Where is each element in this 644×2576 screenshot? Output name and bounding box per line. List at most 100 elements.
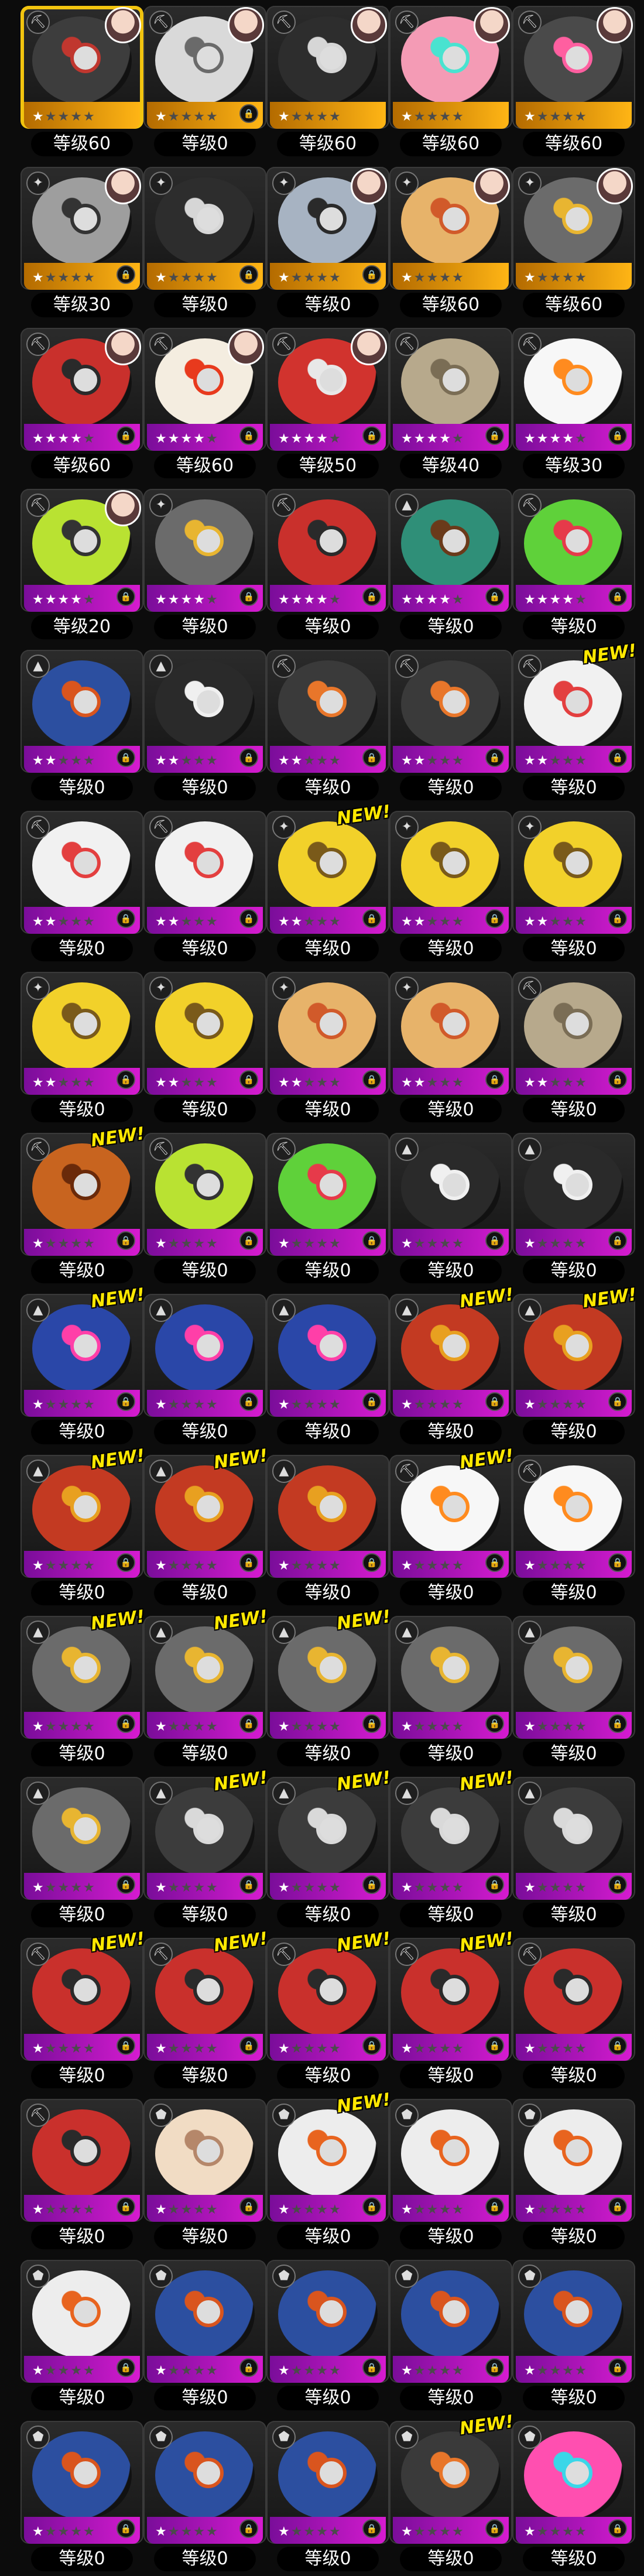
unit-card[interactable]: ★★★★★ ▲ 🔒	[143, 1616, 266, 1739]
unit-card[interactable]: ★★★★★ ▲ 🔒	[143, 650, 266, 773]
unit-card[interactable]: ★★★★★ ⬟ 🔒	[266, 2421, 389, 2544]
unit-card[interactable]: ★★★★★ ⬟ 🔒	[20, 2260, 143, 2383]
unit-cell[interactable]: ★★★★★ ⬟ 🔒 等级0	[266, 2260, 389, 2415]
unit-card[interactable]: ★★★★★ ▲ 🔒	[20, 650, 143, 773]
unit-cell[interactable]: ★★★★★ ⬟ 🔒 等级0	[143, 2421, 266, 2576]
unit-card[interactable]: ★★★★★ ▲ 🔒	[389, 1777, 512, 1900]
unit-cell[interactable]: ★★★★★ ⛏ 🔒 等级0	[512, 489, 635, 644]
unit-cell[interactable]: ★★★★★ ⬟ 🔒 等级0	[266, 2421, 389, 2576]
unit-cell[interactable]: ★★★★★ ⛏ 🔒 等级0	[143, 1133, 266, 1288]
unit-card[interactable]: ★★★★★ ⛏ 🔒	[143, 1133, 266, 1256]
unit-card[interactable]: ★★★★★ ▲ 🔒	[389, 489, 512, 612]
unit-card[interactable]: ★★★★★ ⬟ 🔒	[512, 2260, 635, 2383]
unit-cell[interactable]: ★★★★★ ▲ 🔒 NEW! 等级0	[266, 1606, 392, 1771]
unit-cell[interactable]: ★★★★★ ⬟ 🔒 等级0	[389, 2099, 512, 2254]
unit-cell[interactable]: ★★★★★ ✦ 🔒 等级0	[143, 167, 266, 322]
unit-cell[interactable]: ★★★★★ ▲ 🔒 等级0	[512, 1616, 635, 1771]
unit-card[interactable]: ★★★★★ ✦ 🔒	[266, 972, 389, 1095]
unit-cell[interactable]: ★★★★★ ▲ 🔒 等级0	[266, 1294, 389, 1449]
unit-cell[interactable]: ★★★★★ ⛏ 🔒 等级0	[266, 650, 389, 805]
unit-cell[interactable]: ★★★★★ ▲ 🔒 NEW! 等级0	[389, 1767, 515, 1932]
unit-cell[interactable]: ★★★★★ ▲ 🔒 等级0	[20, 650, 143, 805]
unit-card[interactable]: ★★★★★ ⛏ 🔒	[512, 972, 635, 1095]
unit-cell[interactable]: ★★★★★ ⛏ 🔒 等级50	[266, 328, 389, 483]
unit-cell[interactable]: ★★★★★ ⬟ 🔒 等级0	[20, 2421, 143, 2576]
unit-cell[interactable]: ★★★★★ ▲ 🔒 NEW! 等级0	[143, 1606, 269, 1771]
unit-cell[interactable]: ★★★★★ ▲ 🔒 等级0	[143, 1294, 266, 1449]
unit-card[interactable]: ★★★★★ ⛏ 🔒	[266, 328, 389, 451]
unit-cell[interactable]: ★★★★★ ✦ 🔒 等级0	[512, 811, 635, 966]
unit-card[interactable]: ★★★★★ ⬟ 🔒	[20, 2421, 143, 2544]
unit-card[interactable]: ★★★★★ ⛏ 🔒	[20, 489, 143, 612]
unit-card[interactable]: ★★★★★ ▲ 🔒	[143, 1294, 266, 1417]
unit-card[interactable]: ★★★★★ ✦ 🔒	[512, 811, 635, 934]
unit-cell[interactable]: ★★★★★ ⛏ 等级60	[389, 6, 512, 161]
unit-cell[interactable]: ★★★★★ ▲ 🔒 等级0	[389, 489, 512, 644]
unit-cell[interactable]: ★★★★★ ▲ 🔒 等级0	[143, 650, 266, 805]
unit-cell[interactable]: ★★★★★ ✦ 等级60	[512, 167, 635, 322]
unit-card[interactable]: ★★★★★ ✦ 🔒	[389, 811, 512, 934]
unit-cell[interactable]: ★★★★★ ▲ 🔒 NEW! 等级0	[512, 1284, 638, 1449]
unit-cell[interactable]: ★★★★★ ⛏ 🔒 等级20	[20, 489, 143, 644]
unit-cell[interactable]: ★★★★★ ⛏ 🔒 等级0	[389, 650, 512, 805]
unit-cell[interactable]: ★★★★★ ▲ 🔒 等级0	[512, 1133, 635, 1288]
unit-card[interactable]: ★★★★★ ✦	[389, 167, 512, 290]
unit-card[interactable]: ★★★★★ ⛏ 🔒	[389, 1938, 512, 2061]
unit-cell[interactable]: ★★★★★ ✦ 🔒 等级0	[20, 972, 143, 1127]
unit-card[interactable]: ★★★★★ ⬟ 🔒	[266, 2099, 389, 2222]
unit-card[interactable]: ★★★★★ ✦ 🔒	[143, 167, 266, 290]
unit-cell[interactable]: ★★★★★ ▲ 🔒 NEW! 等级0	[143, 1445, 269, 1610]
unit-card[interactable]: ★★★★★ ⛏ 🔒	[512, 328, 635, 451]
unit-card[interactable]: ★★★★★ ⛏ 🔒	[512, 1455, 635, 1578]
unit-card[interactable]: ★★★★★ ⛏	[266, 6, 389, 129]
unit-cell[interactable]: ★★★★★ ⛏ 等级60	[266, 6, 389, 161]
unit-cell[interactable]: ★★★★★ ⬟ 🔒 等级0	[389, 2260, 512, 2415]
unit-cell[interactable]: ★★★★★ ⛏ 🔒 等级60	[143, 328, 266, 483]
unit-cell[interactable]: ★★★★★ ⛏ 🔒 等级40	[389, 328, 512, 483]
unit-cell[interactable]: ★★★★★ ⛏ 🔒 NEW! 等级0	[143, 1928, 269, 2093]
unit-cell[interactable]: ★★★★★ ▲ 🔒 NEW! 等级0	[389, 1284, 515, 1449]
unit-card[interactable]: ★★★★★ ✦ 🔒	[266, 167, 389, 290]
unit-card[interactable]: ★★★★★ ⬟ 🔒	[389, 2260, 512, 2383]
unit-card[interactable]: ★★★★★ ✦ 🔒	[143, 972, 266, 1095]
unit-card[interactable]: ★★★★★ ✦ 🔒	[20, 167, 143, 290]
unit-card[interactable]: ★★★★★ ▲ 🔒	[143, 1777, 266, 1900]
unit-cell[interactable]: ★★★★★ ⛏ 🔒 NEW! 等级0	[20, 1928, 146, 2093]
unit-cell[interactable]: ★★★★★ ⛏ 🔒 NEW! 等级0	[389, 1928, 515, 2093]
unit-card[interactable]: ★★★★★ ⛏ 🔒	[389, 328, 512, 451]
unit-cell[interactable]: ★★★★★ ✦ 🔒 等级0	[143, 972, 266, 1127]
unit-card[interactable]: ★★★★★ ▲ 🔒	[20, 1777, 143, 1900]
unit-cell[interactable]: ★★★★★ ⛏ 🔒 等级0	[143, 811, 266, 966]
unit-card[interactable]: ★★★★★ ⛏	[512, 6, 635, 129]
unit-cell[interactable]: ★★★★★ ⛏ 🔒 NEW! 等级0	[266, 1928, 392, 2093]
unit-cell[interactable]: ★★★★★ ✦ 🔒 等级0	[266, 167, 389, 322]
unit-card[interactable]: ★★★★★ ⛏ 🔒	[20, 1938, 143, 2061]
unit-cell[interactable]: ★★★★★ ⛏ 等级60	[512, 6, 635, 161]
unit-cell[interactable]: ★★★★★ ⬟ 🔒 等级0	[20, 2260, 143, 2415]
unit-card[interactable]: ★★★★★ ▲ 🔒	[512, 1777, 635, 1900]
unit-card[interactable]: ★★★★★ ▲ 🔒	[266, 1777, 389, 1900]
unit-card[interactable]: ★★★★★ ⛏ 🔒	[143, 811, 266, 934]
unit-card[interactable]: ★★★★★ ✦ 🔒	[389, 972, 512, 1095]
unit-cell[interactable]: ★★★★★ ✦ 🔒 NEW! 等级0	[266, 801, 392, 966]
unit-card[interactable]: ★★★★★ ▲ 🔒	[389, 1133, 512, 1256]
unit-card[interactable]: ★★★★★ ▲ 🔒	[20, 1455, 143, 1578]
unit-card[interactable]: ★★★★★ ⛏ 🔒	[512, 650, 635, 773]
unit-card[interactable]: ★★★★★ ✦ 🔒	[266, 811, 389, 934]
unit-card[interactable]: ★★★★★ ✦	[512, 167, 635, 290]
unit-card[interactable]: ★★★★★ ⛏ 🔒	[389, 1455, 512, 1578]
unit-cell[interactable]: ★★★★★ ⛏ 🔒 等级0	[20, 2099, 143, 2254]
unit-card[interactable]: ★★★★★ ⛏ 🔒	[20, 2099, 143, 2222]
unit-card[interactable]: ★★★★★ ⛏ 🔒	[20, 328, 143, 451]
unit-cell[interactable]: ★★★★★ ⬟ 🔒 NEW! 等级0	[266, 2089, 392, 2254]
unit-cell[interactable]: ★★★★★ ▲ 🔒 等级0	[20, 1777, 143, 1932]
unit-cell[interactable]: ★★★★★ ⬟ 🔒 NEW! 等级0	[389, 2411, 515, 2576]
unit-card[interactable]: ★★★★★ ⬟ 🔒	[143, 2421, 266, 2544]
unit-cell[interactable]: ★★★★★ ⛏ 等级60	[20, 6, 143, 161]
unit-cell[interactable]: ★★★★★ ⛏ 🔒 等级0	[20, 811, 143, 966]
unit-cell[interactable]: ★★★★★ ✦ 🔒 等级0	[389, 972, 512, 1127]
unit-cell[interactable]: ★★★★★ ⛏ 🔒 NEW! 等级0	[512, 640, 638, 805]
unit-cell[interactable]: ★★★★★ ⬟ 🔒 等级0	[512, 2099, 635, 2254]
unit-cell[interactable]: ★★★★★ ✦ 🔒 等级0	[389, 811, 512, 966]
unit-card[interactable]: ★★★★★ ⛏ 🔒	[143, 6, 266, 129]
